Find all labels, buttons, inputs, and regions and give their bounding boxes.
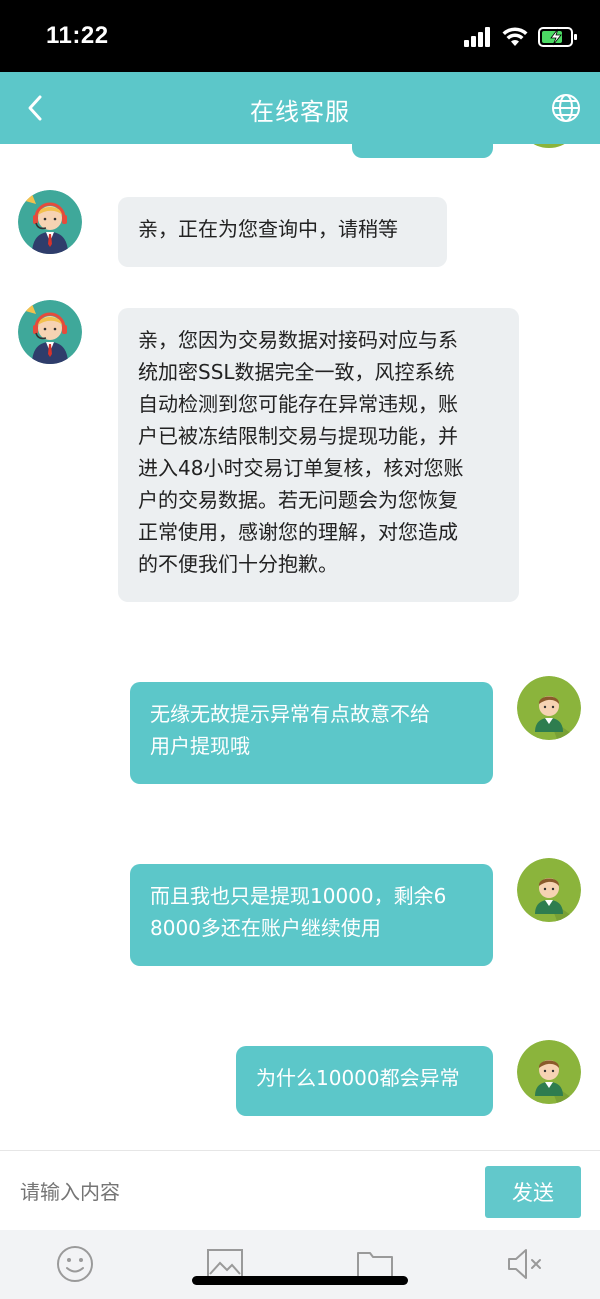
speaker-mute-icon[interactable] [505, 1244, 545, 1284]
send-button[interactable]: 发送 [485, 1166, 581, 1218]
agent-avatar-icon [18, 300, 82, 364]
agent-avatar [18, 190, 82, 254]
chat-area[interactable]: 亲，正在为您查询中，请稍等 亲，您因为交易数据对接码对应与系 统加密SSL数据完… [0, 144, 600, 1150]
message-bubble-user: 无缘无故提示异常有点故意不给 用户提现哦 [130, 682, 493, 784]
message-input[interactable] [18, 1171, 462, 1213]
user-avatar [517, 1040, 581, 1104]
status-time: 11:22 [46, 22, 109, 49]
app-header: 在线客服 [0, 72, 600, 144]
chat-screen: 11:22 在线客服 亲，正在为您查询中，请稍等 亲，您因为交易数据对接码对应与… [0, 0, 600, 1299]
user-avatar [517, 858, 581, 922]
message-input-bar: 发送 [0, 1150, 600, 1230]
globe-icon[interactable] [550, 92, 582, 124]
user-avatar-icon [517, 858, 581, 922]
user-avatar-partial [517, 144, 581, 148]
message-bubble-agent: 亲，正在为您查询中，请稍等 [118, 197, 447, 267]
user-avatar-icon [517, 1040, 581, 1104]
message-bubble-user: 而且我也只是提现10000，剩余6 8000多还在账户继续使用 [130, 864, 493, 966]
user-avatar [517, 676, 581, 740]
home-indicator[interactable] [192, 1276, 408, 1285]
message-bubble-user: 为什么10000都会异常 [236, 1046, 493, 1116]
emoji-icon[interactable] [55, 1244, 95, 1284]
status-icons [464, 24, 578, 50]
status-bar: 11:22 [0, 0, 600, 72]
wifi-icon [502, 27, 528, 46]
message-bubble-agent: 亲，您因为交易数据对接码对应与系 统加密SSL数据完全一致，风控系统 自动检测到… [118, 308, 519, 602]
signal-icon [464, 27, 490, 47]
agent-avatar [18, 300, 82, 364]
page-title: 在线客服 [250, 98, 350, 126]
battery-charging-icon [538, 27, 577, 47]
agent-avatar-icon [18, 190, 82, 254]
bottom-toolbar [0, 1230, 600, 1299]
user-avatar-icon [517, 676, 581, 740]
message-bubble-partial [352, 144, 493, 158]
